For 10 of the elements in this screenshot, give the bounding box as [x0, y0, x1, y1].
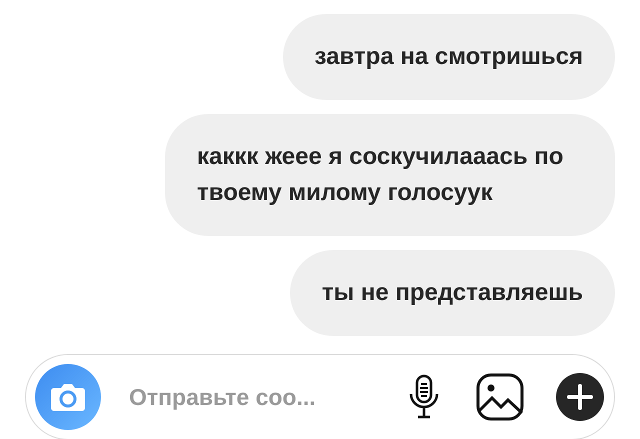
camera-icon: [50, 382, 86, 412]
image-icon: [476, 373, 524, 421]
gallery-button[interactable]: [476, 373, 524, 421]
message-bubble: завтра на смотришься: [282, 14, 615, 100]
add-button[interactable]: [556, 373, 604, 421]
message-bubble: каккк жеее я соскучилааась по твоему милому голосуук: [165, 114, 615, 236]
message-input[interactable]: Отправьте соо...: [127, 382, 386, 412]
message-bubble: ты не представляешь: [290, 250, 615, 336]
camera-button[interactable]: [35, 364, 101, 430]
plus-icon: [556, 373, 604, 421]
